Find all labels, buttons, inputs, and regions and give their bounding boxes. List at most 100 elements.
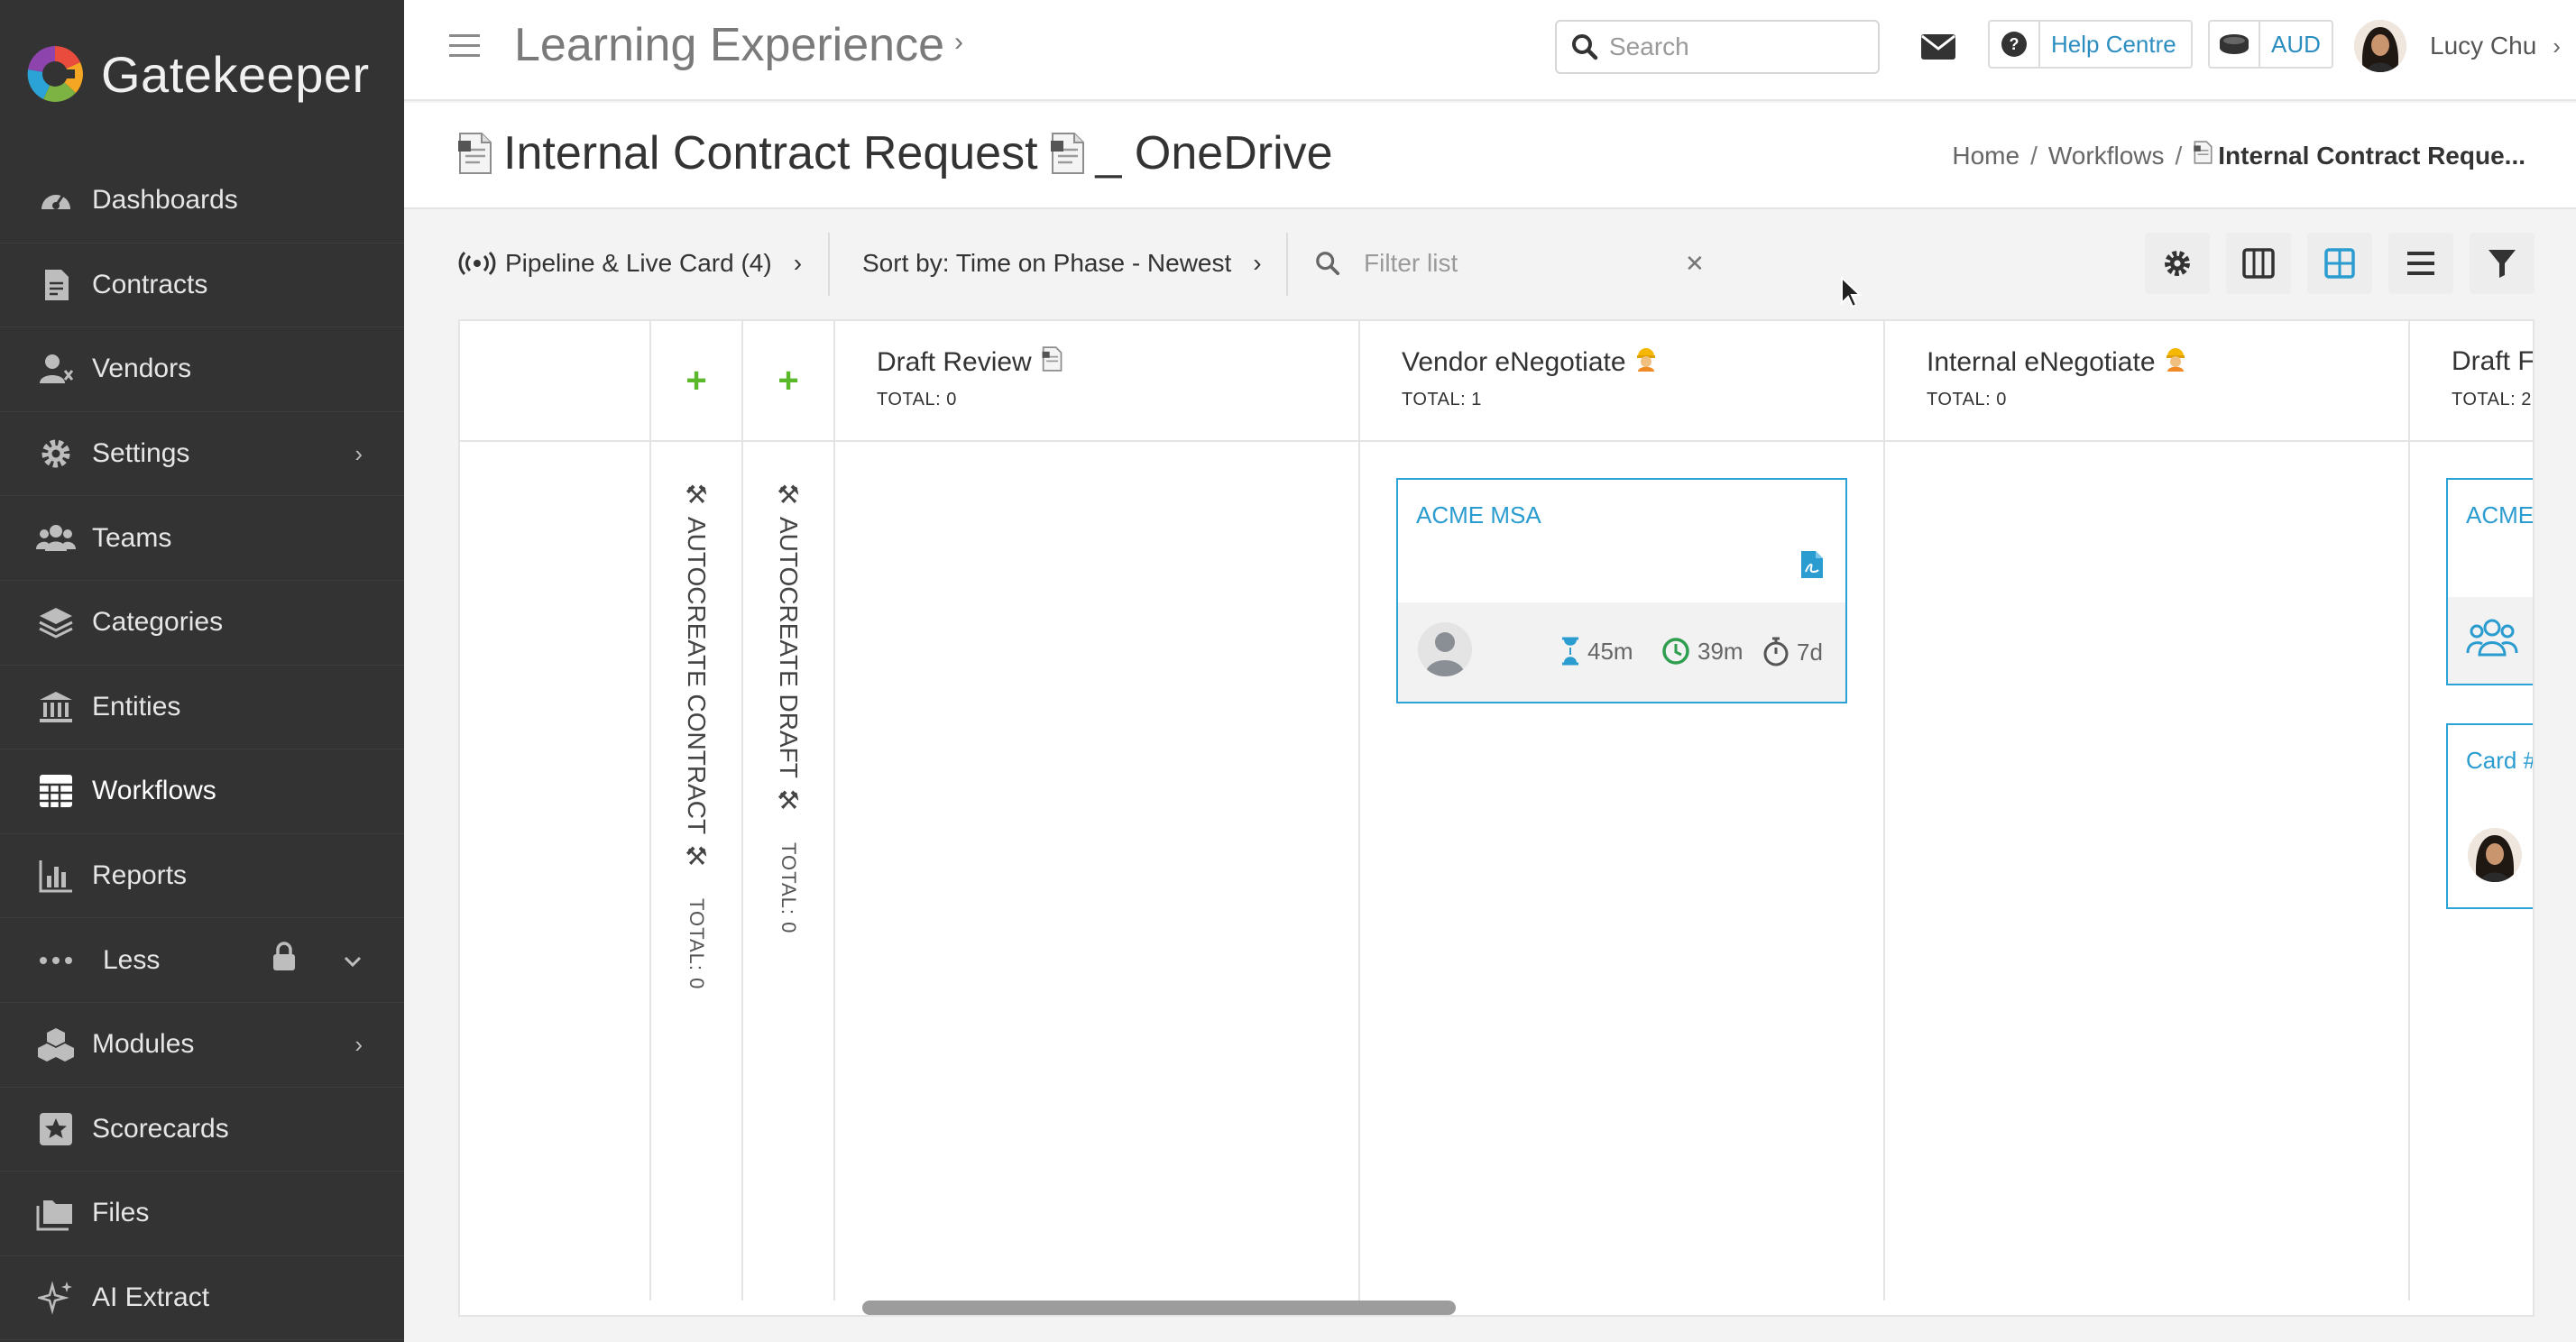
column-total: TOTAL: 0 (1927, 390, 2007, 409)
question-circle-icon: ? (1990, 22, 2040, 67)
filter-button[interactable] (2470, 233, 2535, 294)
sidebar-item-dashboards[interactable]: Dashboards (0, 159, 404, 244)
card-title[interactable]: ACME (2466, 501, 2533, 529)
currency-label: AUD (2271, 30, 2321, 58)
gear-icon (36, 434, 76, 473)
help-centre-label: Help Centre (2051, 30, 2176, 58)
app-title[interactable]: Learning Experience (514, 18, 944, 72)
search-input[interactable] (1609, 32, 1862, 61)
mail-icon[interactable] (1916, 25, 1961, 69)
sidebar-item-label: Categories (92, 607, 224, 638)
board-settings-button[interactable] (2145, 233, 2210, 294)
sidebar-item-files[interactable]: Files (0, 1172, 404, 1256)
user-menu[interactable]: Lucy Chu › (2354, 18, 2561, 74)
board-horizontal-scrollbar[interactable] (458, 1301, 2535, 1315)
page-header: Internal Contract Request _ OneDrive Hom… (404, 103, 2576, 209)
column-internal-enegotiate: Internal eNegotiate TOTAL: 0 (1885, 321, 2410, 1301)
chevron-right-icon: › (1253, 249, 1262, 277)
card-acme-partial[interactable]: ACME (2446, 478, 2533, 685)
clear-filter-icon[interactable]: ✕ (1685, 250, 1705, 278)
tools-icon: ⚒ (774, 480, 803, 510)
board-view-button[interactable] (2307, 233, 2372, 294)
hamburger-menu-icon[interactable] (449, 34, 480, 60)
sidebar-item-label: Vendors (92, 354, 192, 384)
kanban-board: + ⚒ AUTOCREATE CONTRACT ⚒ TOTAL: 0 + ⚒ A… (458, 319, 2535, 1317)
column-header: + (651, 321, 741, 442)
elapsed-time-metric: 39m (1661, 637, 1743, 666)
hourglass-icon (1562, 637, 1578, 666)
sort-button[interactable]: Sort by: Time on Phase - Newest › (862, 236, 1262, 290)
pdf-file-icon[interactable] (1800, 550, 1824, 579)
autocreate-contract-column[interactable]: + ⚒ AUTOCREATE CONTRACT ⚒ TOTAL: 0 (651, 321, 743, 1301)
sidebar-item-entities[interactable]: Entities (0, 666, 404, 750)
column-vendor-enegotiate: Vendor eNegotiate TOTAL: 1 ACME MSA 45m … (1360, 321, 1885, 1301)
sidebar-item-ai-extract[interactable]: AI Extract (0, 1256, 404, 1341)
avatar (1418, 622, 1472, 676)
pipeline-live-card-button[interactable]: Pipeline & Live Card (4) › (458, 236, 802, 290)
card-acme-msa[interactable]: ACME MSA 45m 39m 7d (1396, 478, 1847, 703)
sidebar-item-label: Contracts (92, 269, 208, 299)
sidebar-item-settings[interactable]: Settings › (0, 412, 404, 497)
column-title: Draft Review (877, 347, 1032, 377)
user-name: Lucy Chu (2430, 32, 2537, 60)
sidebar-item-modules[interactable]: Modules › (0, 1003, 404, 1088)
sidebar-item-categories[interactable]: Categories (0, 581, 404, 666)
sparkles-icon (36, 1278, 76, 1318)
card-partial[interactable]: Card # (2446, 723, 2533, 909)
add-card-button[interactable]: + (651, 361, 741, 401)
sidebar-item-label: Modules (92, 1029, 195, 1060)
sidebar-item-label: Files (92, 1198, 150, 1228)
sidebar-item-vendors[interactable]: Vendors (0, 327, 404, 412)
coins-icon (2210, 22, 2260, 67)
help-centre-button[interactable]: ? Help Centre (1988, 20, 2193, 69)
autocreate-draft-label: AUTOCREATE DRAFT (775, 517, 803, 778)
breadcrumb-workflows[interactable]: Workflows (2048, 142, 2165, 170)
list-view-button[interactable] (2388, 233, 2453, 294)
breadcrumb-home[interactable]: Home (1952, 142, 2019, 170)
card-footer (2448, 597, 2533, 684)
sidebar-item-label: Less (103, 944, 161, 975)
sidebar-item-reports[interactable]: Reports (0, 834, 404, 919)
sidebar-item-label: Teams (92, 522, 172, 553)
column-draft-review: Draft Review TOTAL: 0 (835, 321, 1360, 1301)
scrollbar-thumb[interactable] (862, 1301, 1456, 1315)
column-header: Internal eNegotiate TOTAL: 0 (1885, 321, 2408, 442)
document-emoji-icon (2193, 141, 2213, 170)
column-title: Draft F (2452, 346, 2535, 376)
global-search[interactable] (1555, 20, 1880, 74)
construction-worker-emoji-icon (2165, 346, 2186, 379)
ellipsis-icon (36, 941, 76, 980)
tools-icon: ⚒ (682, 841, 711, 872)
chevron-right-icon: › (354, 1030, 363, 1058)
sidebar-item-less[interactable]: Less (0, 918, 404, 1003)
toolbar-divider (1286, 233, 1288, 296)
sidebar-item-teams[interactable]: Teams (0, 496, 404, 581)
duration-metric: 7d (1762, 637, 1823, 667)
column-draft-f: Draft F TOTAL: 2 ACME Card # (2410, 321, 2535, 1301)
sidebar-item-scorecards[interactable]: Scorecards (0, 1088, 404, 1172)
chevron-right-icon: › (2553, 32, 2561, 60)
filter-list[interactable]: ✕ (1315, 236, 1705, 290)
card-title[interactable]: Card # (2466, 747, 2533, 775)
page-title-suffix: _ OneDrive (1095, 127, 1333, 179)
bar-chart-icon (36, 856, 76, 896)
sidebar-item-contracts[interactable]: Contracts (0, 244, 404, 328)
sidebar-item-workflows[interactable]: Workflows (0, 749, 404, 834)
chevron-right-icon[interactable]: › (954, 27, 963, 58)
currency-button[interactable]: AUD (2208, 20, 2333, 69)
board-spacer-column (460, 321, 651, 1301)
column-header: Draft F TOTAL: 2 (2410, 321, 2535, 442)
sidebar-item-label: Reports (92, 860, 188, 891)
chevron-down-icon (343, 946, 363, 974)
construction-worker-emoji-icon (1635, 346, 1657, 379)
card-title[interactable]: ACME MSA (1416, 501, 1541, 529)
filter-input[interactable] (1364, 249, 1634, 278)
columns-view-button[interactable] (2226, 233, 2291, 294)
add-card-button[interactable]: + (743, 361, 833, 401)
cubes-icon (36, 1025, 76, 1064)
autocreate-draft-column[interactable]: + ⚒ AUTOCREATE DRAFT ⚒ TOTAL: 0 (743, 321, 835, 1301)
column-total: TOTAL: 2 (2452, 390, 2532, 409)
brand[interactable]: Gatekeeper (23, 40, 370, 108)
document-emoji-icon (1049, 132, 1085, 175)
mouse-cursor-icon (1841, 276, 1862, 308)
